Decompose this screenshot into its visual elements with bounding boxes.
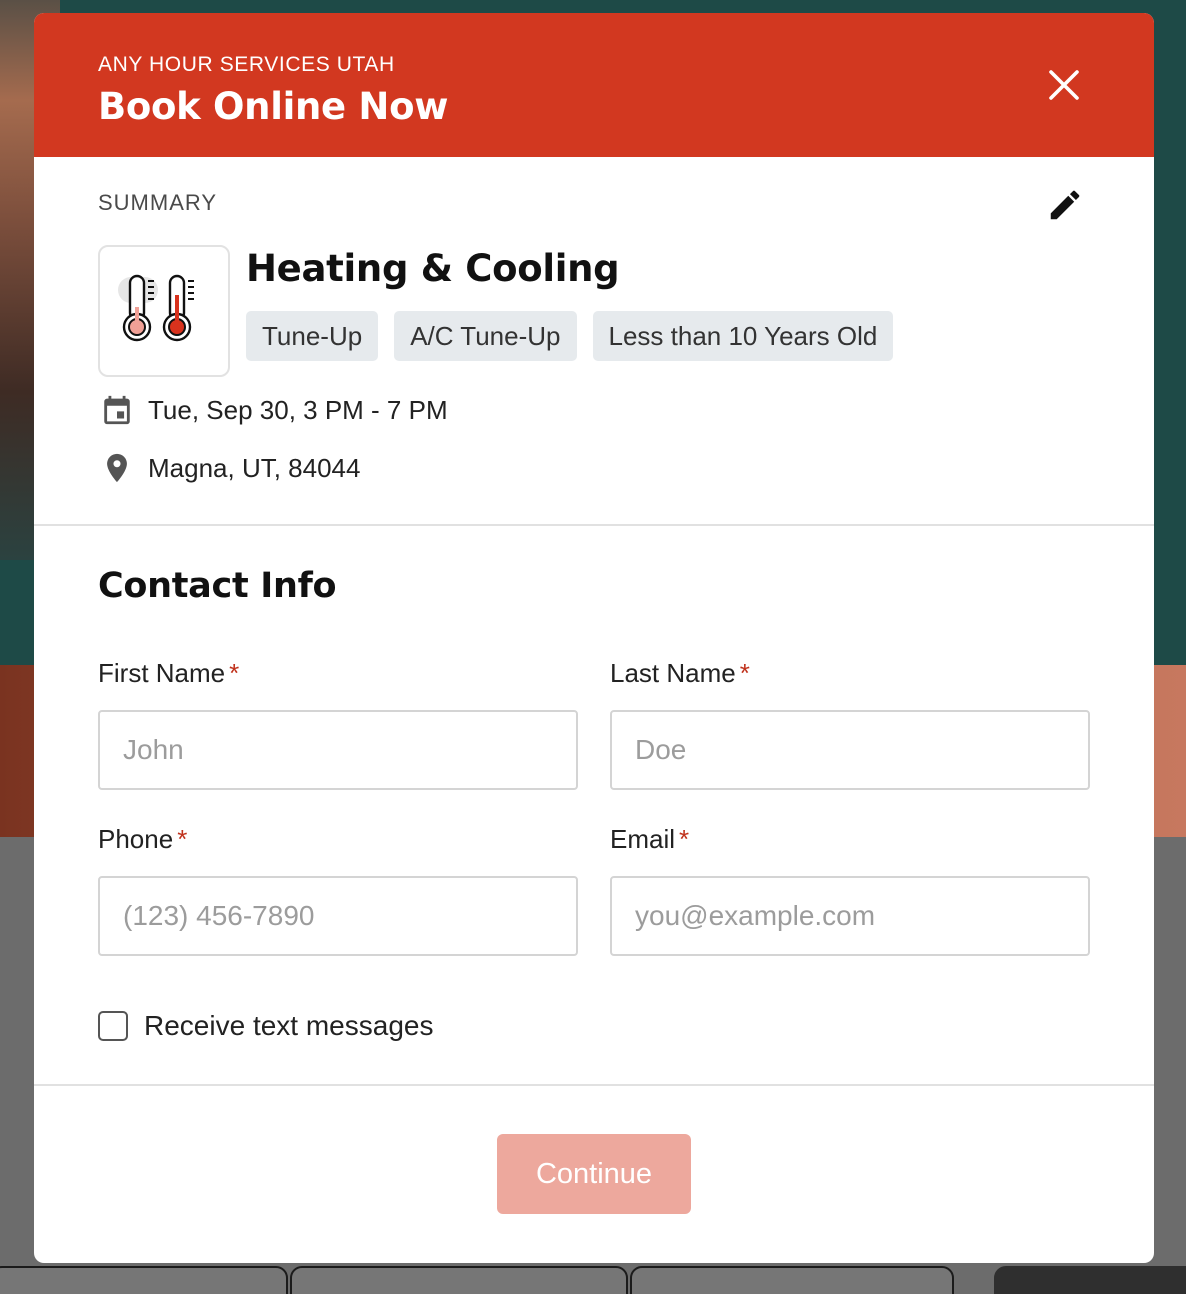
email-input[interactable] [610, 876, 1090, 956]
appointment-date: Tue, Sep 30, 3 PM - 7 PM [148, 394, 448, 425]
summary-label: SUMMARY [98, 190, 218, 215]
close-button[interactable] [1046, 67, 1082, 103]
service-tag: Tune-Up [246, 311, 379, 361]
phone-label-text: Phone [98, 824, 174, 854]
required-mark: * [679, 824, 690, 854]
backdrop-tab [630, 1266, 954, 1294]
sms-opt-in[interactable]: Receive text messages [98, 1010, 433, 1042]
modal-title: Book Online Now [98, 85, 449, 128]
backdrop-tab [290, 1266, 628, 1294]
email-label: Email * [610, 824, 689, 855]
last-name-label: Last Name * [610, 658, 750, 689]
service-tag: A/C Tune-Up [394, 311, 577, 361]
pencil-icon [1050, 190, 1080, 220]
booking-modal: ANY HOUR SERVICES UTAH Book Online Now S… [34, 13, 1154, 1263]
last-name-label-text: Last Name [610, 658, 736, 688]
location-text: Magna, UT, 84044 [148, 452, 361, 483]
first-name-label-text: First Name [98, 658, 226, 688]
required-mark: * [229, 658, 240, 688]
backdrop-tab [994, 1266, 1186, 1294]
required-mark: * [177, 824, 188, 854]
edit-summary-button[interactable] [1046, 186, 1084, 224]
sms-checkbox[interactable] [98, 1011, 128, 1041]
service-icon-card [98, 245, 230, 377]
first-name-input[interactable] [98, 710, 578, 790]
calendar-icon [100, 393, 134, 427]
service-tag: Less than 10 Years Old [592, 311, 894, 361]
service-name: Heating & Cooling [246, 247, 620, 290]
modal-header: ANY HOUR SERVICES UTAH Book Online Now [34, 13, 1154, 157]
close-icon [1049, 70, 1079, 100]
service-tags: Tune-Up A/C Tune-Up Less than 10 Years O… [246, 311, 894, 361]
phone-input[interactable] [98, 876, 578, 956]
continue-button[interactable]: Continue [497, 1134, 691, 1214]
phone-label: Phone * [98, 824, 187, 855]
contact-title: Contact Info [98, 566, 337, 606]
location-row: Magna, UT, 84044 [100, 451, 360, 485]
map-pin-icon [100, 451, 134, 485]
brand-name: ANY HOUR SERVICES UTAH [98, 53, 395, 76]
sms-checkbox-label: Receive text messages [144, 1010, 434, 1041]
appointment-date-row: Tue, Sep 30, 3 PM - 7 PM [100, 393, 448, 427]
contact-section: Contact Info First Name* Last Name* Phon… [34, 526, 1154, 1086]
required-mark: * [739, 658, 750, 688]
backdrop-tab [0, 1266, 288, 1294]
last-name-input[interactable] [610, 710, 1090, 790]
email-label-text: Email [610, 824, 676, 854]
modal-footer: Continue [34, 1086, 1154, 1261]
thermometer-icon [118, 274, 194, 342]
first-name-label: First Name * [98, 658, 239, 689]
